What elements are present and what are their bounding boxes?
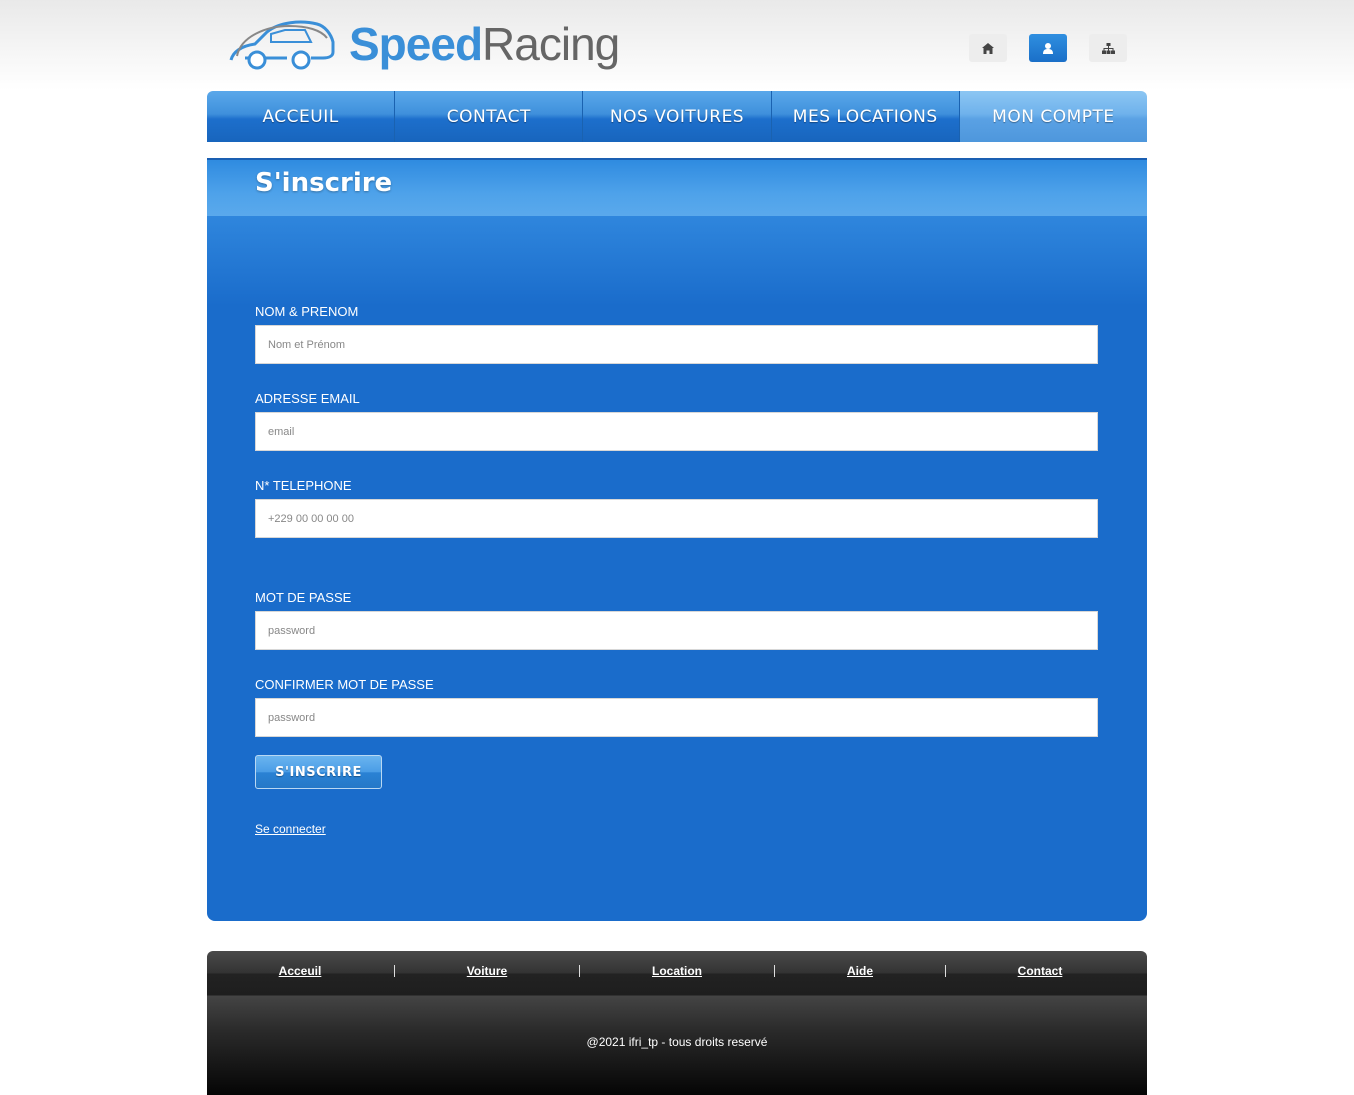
site-logo[interactable]: SpeedRacing <box>227 14 620 74</box>
nav-item-contact[interactable]: CONTACT <box>395 91 584 142</box>
nav-item-nos-voitures[interactable]: NOS VOITURES <box>583 91 772 142</box>
header: SpeedRacing <box>207 0 1147 90</box>
nav-item-acceuil[interactable]: ACCEUIL <box>207 91 396 142</box>
signup-button[interactable]: S'INSCRIRE <box>255 755 382 789</box>
main-nav: ACCEUIL CONTACT NOS VOITURES MES LOCATIO… <box>207 91 1147 142</box>
user-button[interactable] <box>1029 34 1067 62</box>
logo-speed: Speed <box>349 18 483 70</box>
footer-link-contact[interactable]: Contact <box>1018 964 1063 978</box>
panel-glow <box>207 216 1147 306</box>
footer-separator <box>394 965 395 977</box>
home-button[interactable] <box>969 34 1007 62</box>
confirm-password-label: CONFIRMER MOT DE PASSE <box>255 677 434 692</box>
sitemap-icon <box>1101 42 1115 54</box>
footer-link-aide[interactable]: Aide <box>847 964 873 978</box>
email-label: ADRESSE EMAIL <box>255 391 360 406</box>
page-title: S'inscrire <box>255 168 393 198</box>
confirm-password-field[interactable] <box>255 698 1098 737</box>
footer-link-acceuil[interactable]: Acceuil <box>279 964 322 978</box>
password-label: MOT DE PASSE <box>255 590 352 605</box>
logo-text: SpeedRacing <box>349 18 620 70</box>
footer-link-voiture[interactable]: Voiture <box>467 964 507 978</box>
name-field[interactable] <box>255 325 1098 364</box>
footer-separator <box>579 965 580 977</box>
name-label: NOM & PRENOM <box>255 304 359 319</box>
footer-links: Acceuil Voiture Location Aide Contact <box>207 964 1147 980</box>
car-outline-icon <box>227 16 335 72</box>
password-field[interactable] <box>255 611 1098 650</box>
sitemap-button[interactable] <box>1089 34 1127 62</box>
login-link[interactable]: Se connecter <box>255 822 326 836</box>
footer-separator <box>774 965 775 977</box>
logo-racing: Racing <box>482 18 620 70</box>
nav-item-mon-compte[interactable]: MON COMPTE <box>959 91 1147 142</box>
email-field[interactable] <box>255 412 1098 451</box>
home-icon <box>982 42 994 54</box>
footer-separator <box>945 965 946 977</box>
copyright-text: @2021 ifri_tp - tous droits reservé <box>586 1035 768 1049</box>
nav-item-mes-locations[interactable]: MES LOCATIONS <box>771 91 960 142</box>
top-icon-bar <box>969 34 1127 62</box>
footer: Acceuil Voiture Location Aide Contact @2… <box>207 951 1147 1095</box>
phone-field[interactable] <box>255 499 1098 538</box>
footer-link-location[interactable]: Location <box>652 964 702 978</box>
phone-label: N* TELEPHONE <box>255 478 352 493</box>
signup-panel: S'inscrire NOM & PRENOM ADRESSE EMAIL N*… <box>207 158 1147 921</box>
user-icon <box>1043 42 1053 54</box>
